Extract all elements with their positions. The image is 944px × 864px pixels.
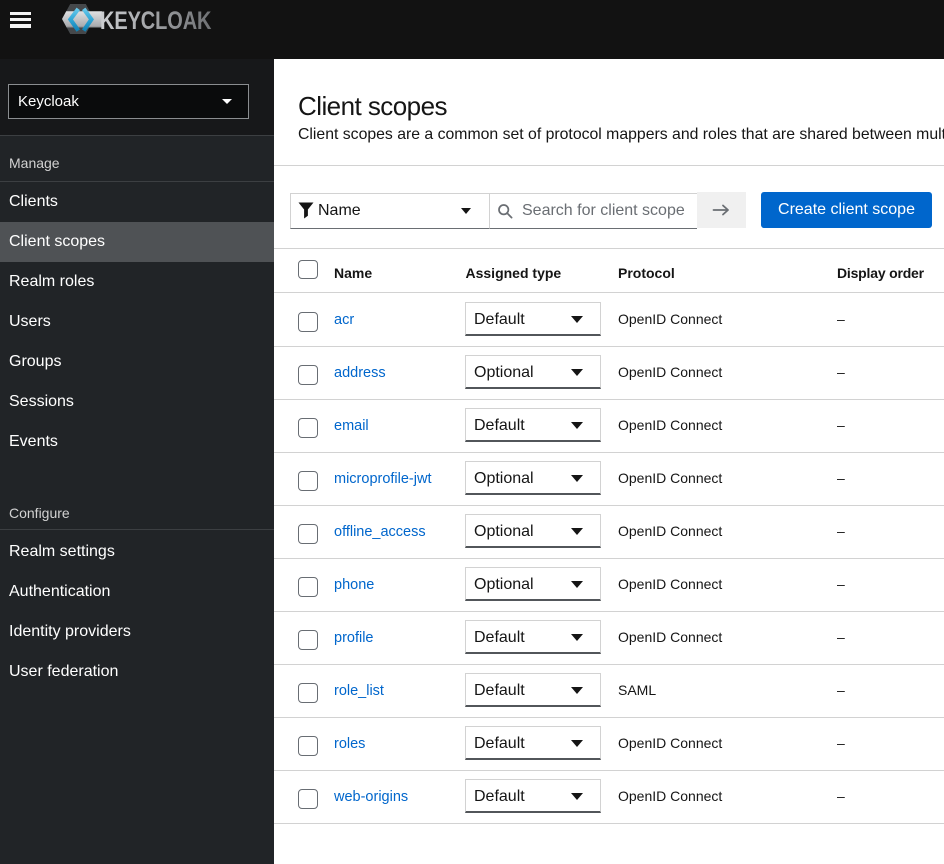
svg-text:KEYCLOAK: KEYCLOAK bbox=[100, 7, 212, 35]
